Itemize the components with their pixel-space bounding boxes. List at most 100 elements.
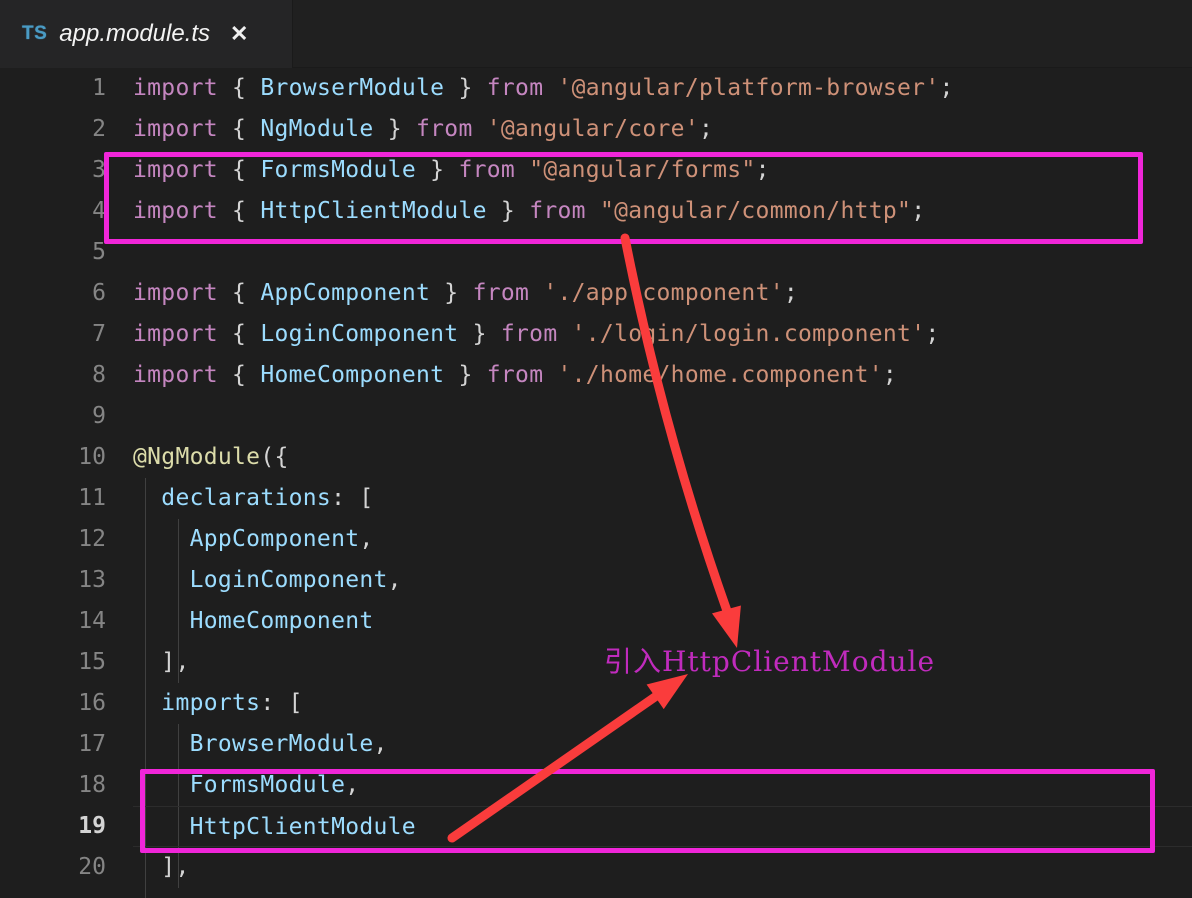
code-line-content[interactable]: import { FormsModule } from "@angular/fo… (133, 150, 1192, 191)
code-token: @NgModule (133, 444, 261, 470)
code-token: } (500, 198, 516, 224)
code-token: } (472, 321, 487, 347)
code-token: './home/home.component' (557, 362, 883, 388)
code-line-content[interactable]: import { HttpClientModule } from "@angul… (133, 191, 1192, 232)
line-number: 17 (78, 731, 106, 757)
code-line-content[interactable]: HttpClientModule (133, 806, 1192, 847)
code-token: HomeComponent (189, 608, 374, 634)
code-token: ; (698, 116, 714, 142)
code-line[interactable]: 2 import { NgModule } from '@angular/core… (0, 109, 1192, 150)
code-line-content[interactable]: @NgModule({ (133, 437, 1192, 478)
code-token: import (133, 362, 218, 388)
code-line-content[interactable]: ], (133, 847, 1192, 888)
code-line-content[interactable]: HomeComponent (133, 601, 1192, 642)
code-token: AppComponent (189, 526, 360, 552)
code-token: BrowserModule (260, 75, 445, 101)
code-token: LoginComponent (260, 321, 459, 347)
line-number: 6 (92, 280, 106, 306)
code-token: import (133, 198, 218, 224)
code-token: import (133, 116, 218, 142)
code-token: { (232, 157, 247, 183)
code-line[interactable]: 19 HttpClientModule (0, 806, 1192, 847)
tab-app-module-ts[interactable]: TS app.module.ts ✕ (0, 0, 293, 68)
code-token: "@angular/common/http" (599, 198, 912, 224)
code-line[interactable]: 13 LoginComponent, (0, 560, 1192, 601)
code-line[interactable]: 1 import { BrowserModule } from '@angular… (0, 68, 1192, 109)
code-line[interactable]: 18 FormsModule, (0, 765, 1192, 806)
close-icon[interactable]: ✕ (230, 23, 248, 45)
code-token: './app.component' (543, 280, 784, 306)
code-token: , (373, 731, 388, 757)
code-line[interactable]: 10 @NgModule({ (0, 437, 1192, 478)
code-line[interactable]: 6 import { AppComponent } from './app.com… (0, 273, 1192, 314)
code-line-content[interactable]: FormsModule, (133, 765, 1192, 806)
code-token: } (458, 362, 473, 388)
code-line[interactable]: 14 HomeComponent (0, 601, 1192, 642)
code-token: } (444, 280, 459, 306)
code-line[interactable]: 16 imports: [ (0, 683, 1192, 724)
code-token: imports (161, 690, 261, 716)
code-line[interactable]: 7 import { LoginComponent } from './login… (0, 314, 1192, 355)
line-number: 18 (78, 772, 106, 798)
code-line-content[interactable]: import { NgModule } from '@angular/core'… (133, 109, 1192, 150)
code-token: ; (882, 362, 898, 388)
code-line[interactable]: 11 declarations: [ (0, 478, 1192, 519)
tab-bar: TS app.module.ts ✕ (0, 0, 1192, 68)
code-token: } (458, 75, 473, 101)
code-line[interactable]: 4 import { HttpClientModule } from "@angu… (0, 191, 1192, 232)
code-token: '@angular/core' (486, 116, 699, 142)
code-line[interactable]: 3 import { FormsModule } from "@angular/f… (0, 150, 1192, 191)
line-number: 3 (92, 157, 106, 183)
line-number: 9 (92, 403, 106, 429)
code-token: } (430, 157, 445, 183)
code-token: HttpClientModule (189, 814, 416, 840)
code-lines-container[interactable]: 1 import { BrowserModule } from '@angular… (0, 68, 1192, 888)
code-token: '@angular/platform-browser' (557, 75, 940, 101)
code-token: AppComponent (260, 280, 431, 306)
code-line-content[interactable]: AppComponent, (133, 519, 1192, 560)
code-token: , (345, 772, 360, 798)
code-line[interactable]: 9 (0, 396, 1192, 437)
code-token: import (133, 280, 218, 306)
code-line-content[interactable]: import { BrowserModule } from '@angular/… (133, 68, 1192, 109)
code-line-content[interactable]: BrowserModule, (133, 724, 1192, 765)
code-editor[interactable]: 1 import { BrowserModule } from '@angular… (0, 68, 1192, 898)
code-token: , (387, 567, 402, 593)
code-line-content[interactable]: import { HomeComponent } from './home/ho… (133, 355, 1192, 396)
code-line[interactable]: 8 import { HomeComponent } from './home/h… (0, 355, 1192, 396)
code-token: import (133, 321, 218, 347)
code-line-content[interactable]: imports: [ (133, 683, 1192, 724)
code-line[interactable]: 17 BrowserModule, (0, 724, 1192, 765)
line-number: 5 (92, 239, 106, 265)
code-token: ], (161, 649, 190, 675)
code-line[interactable]: 20 ], (0, 847, 1192, 888)
code-line-content[interactable]: declarations: [ (133, 478, 1192, 519)
code-line-content[interactable]: import { LoginComponent } from './login/… (133, 314, 1192, 355)
code-token: declarations (161, 485, 332, 511)
code-line[interactable]: 15 ], (0, 642, 1192, 683)
code-line[interactable]: 12 AppComponent, (0, 519, 1192, 560)
line-number: 16 (78, 690, 106, 716)
line-number: 13 (78, 567, 106, 593)
code-line[interactable]: 5 (0, 232, 1192, 273)
code-line-content[interactable]: import { AppComponent } from './app.comp… (133, 273, 1192, 314)
code-token: from (486, 362, 544, 388)
code-token: HomeComponent (260, 362, 445, 388)
code-token: ; (911, 198, 926, 224)
code-line-content[interactable]: LoginComponent, (133, 560, 1192, 601)
